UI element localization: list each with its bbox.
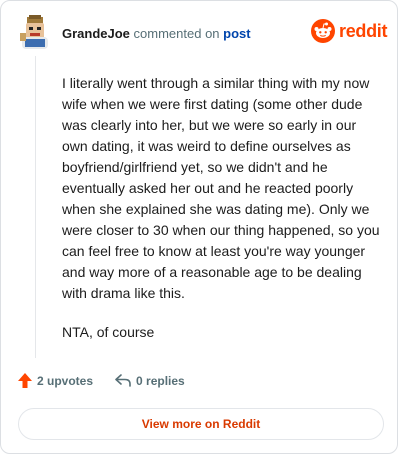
commented-on-text: commented on [133, 26, 220, 41]
username-link[interactable]: GrandeJoe [62, 26, 130, 41]
comment-paragraph: I literally went through a similar thing… [62, 75, 380, 301]
reply-arrow-icon [115, 374, 131, 387]
view-more-button[interactable]: View more on Reddit [18, 408, 384, 440]
comment-body: I literally went through a similar thing… [62, 73, 380, 361]
comment-card: GrandeJoe commented on post reddit I lit… [0, 0, 398, 454]
comment-paragraph: NTA, of course [62, 324, 155, 340]
reddit-logo[interactable]: reddit [311, 19, 388, 43]
reply-button[interactable]: 0 replies [115, 374, 185, 388]
upvote-arrow-icon [18, 373, 32, 388]
reply-count: 0 replies [136, 373, 185, 388]
reddit-logo-icon [311, 19, 335, 43]
post-link[interactable]: post [223, 26, 250, 41]
reddit-wordmark: reddit [339, 20, 388, 41]
avatar-image [18, 15, 52, 49]
avatar[interactable] [18, 15, 52, 49]
upvote-button[interactable]: 2 upvotes [18, 373, 93, 388]
thread-line [35, 56, 36, 358]
comment-actions: 2 upvotes 0 replies [18, 373, 185, 388]
comment-header: GrandeJoe commented on post [62, 26, 251, 42]
upvote-count: 2 upvotes [37, 373, 94, 388]
